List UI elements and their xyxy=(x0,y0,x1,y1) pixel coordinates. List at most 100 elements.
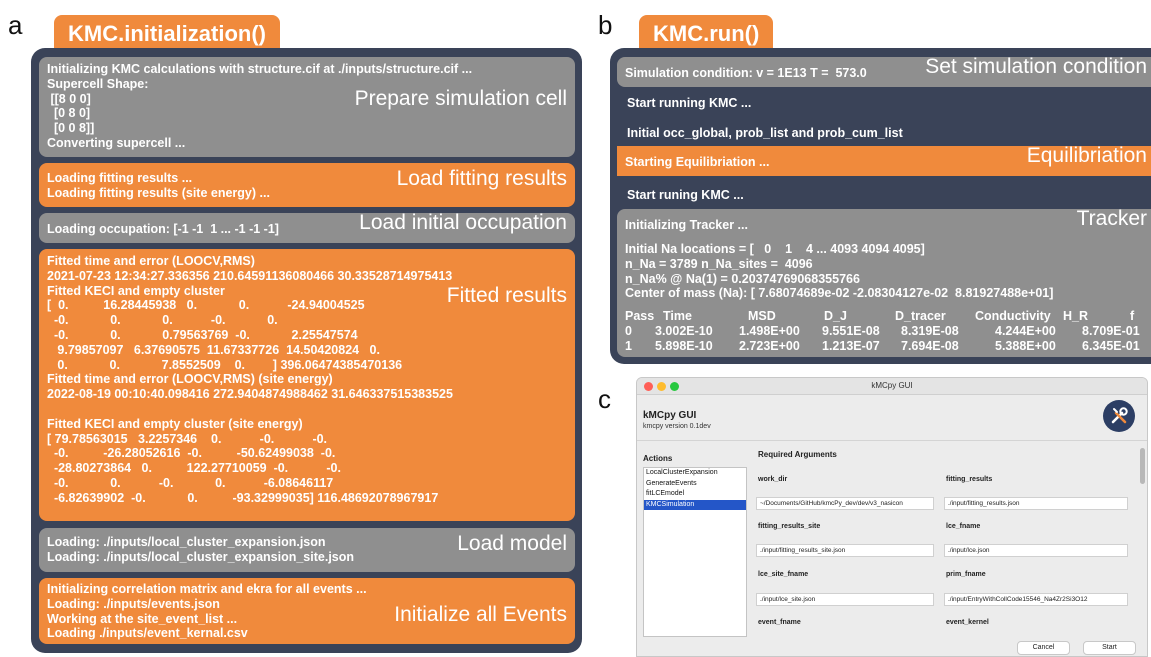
log-line: Loading: ./inputs/events.json xyxy=(47,596,220,611)
fitted-results-label: Fitted results xyxy=(446,284,567,307)
log-line: [0 0 8]] xyxy=(47,121,95,136)
lce-fname-input[interactable]: ./input/lce.json xyxy=(944,544,1128,557)
load-fitting-section: Loading fitting results ... Loading fitt… xyxy=(39,163,575,207)
log-line: Fitted KECI and empty cluster (site ener… xyxy=(47,416,303,431)
header-divider xyxy=(637,440,1147,441)
log-line: -0. 0. 0.79563769 -0. 2.25547574 xyxy=(47,327,358,342)
field-label: fitting_results_site xyxy=(758,523,821,530)
start-running-row: Start running KMC ... xyxy=(619,94,1151,112)
field-label: event_fname xyxy=(758,619,801,626)
column-header: Time xyxy=(663,309,692,323)
wrench-screwdriver-logo-icon xyxy=(1103,400,1135,432)
log-line: Loading fitting results ... xyxy=(47,171,193,185)
column-header: H_R xyxy=(1063,309,1089,323)
lce-site-fname-input[interactable]: ./input/lce_site.json xyxy=(756,593,934,606)
tracker-title: Initializing Tracker ... xyxy=(625,218,748,232)
log-line: Loading ./inputs/event_kernal.csv xyxy=(47,626,248,641)
table-cell: 1.213E-07 xyxy=(822,338,880,353)
window-title: kMCpy GUI xyxy=(871,381,913,390)
prepare-cell-section: Initializing KMC calculations with struc… xyxy=(39,57,575,157)
column-header: Conductivity xyxy=(975,309,1051,323)
scrollbar-thumb[interactable] xyxy=(1140,448,1145,484)
log-line: Loading: ./inputs/local_cluster_expansio… xyxy=(47,535,326,549)
app-name: kMCpy GUI xyxy=(643,410,697,421)
panel-b-letter: b xyxy=(598,10,613,40)
required-arguments-heading: Required Arguments xyxy=(758,450,837,459)
table-cell: 4.244E+00 xyxy=(995,323,1056,338)
table-cell: 1 xyxy=(625,338,632,353)
log-line: Start running KMC ... xyxy=(627,96,752,110)
log-line: Loading occupation: [-1 -1 1 ... -1 -1 -… xyxy=(47,222,279,236)
fitting-results-site-input[interactable]: ./input/fitting_results_site.json xyxy=(756,544,934,557)
column-header: MSD xyxy=(748,309,776,323)
column-header: Pass xyxy=(625,309,655,323)
cancel-button[interactable]: Cancel xyxy=(1017,641,1070,655)
log-line: 9.79857097 6.37690575 11.67337726 14.504… xyxy=(47,342,380,357)
log-line: Initializing correlation matrix and ekra… xyxy=(47,582,367,596)
column-header: D_tracer xyxy=(895,309,946,323)
initial-occ-row: Initial occ_global, prob_list and prob_c… xyxy=(619,124,1151,142)
log-line: 2022-08-19 00:10:40.098416 272.940487498… xyxy=(47,387,453,402)
log-line: Initial Na locations = [ 0 1 4 ... 4093 … xyxy=(625,242,925,256)
log-line: Working at the site_event_list ... xyxy=(47,611,238,626)
log-line: -0. 0. -0. 0. -6.08646117 xyxy=(47,475,334,490)
log-line: -0. 0. 0. -0. 0. xyxy=(47,313,278,328)
tracker-section: Initializing Tracker ... Initial Na loca… xyxy=(617,209,1151,357)
load-model-label: Load model xyxy=(457,532,567,555)
log-line: Loading fitting results (site energy) ..… xyxy=(47,185,270,200)
equilibration-label: Equilibriation xyxy=(1026,146,1147,167)
action-item-selected[interactable]: KMCSimulation xyxy=(644,499,746,510)
table-cell: 6.345E-01 xyxy=(1082,338,1140,353)
log-line: Fitted time and error (LOOCV,RMS) xyxy=(47,254,255,268)
set-condition-label: Set simulation condition xyxy=(925,57,1147,78)
log-line: Center of mass (Na): [ 7.68074689e-02 -2… xyxy=(625,286,1054,301)
load-model-section: Loading: ./inputs/local_cluster_expansio… xyxy=(39,528,575,572)
load-occupation-section: Loading occupation: [-1 -1 1 ... -1 -1 -… xyxy=(39,213,575,243)
fitted-results-section: Fitted time and error (LOOCV,RMS) 2021-0… xyxy=(39,249,575,521)
log-line: -0. -26.28052616 -0. -50.62499038 -0. xyxy=(47,446,336,461)
field-label: lce_site_fname xyxy=(758,571,809,578)
log-line: Loading: ./inputs/local_cluster_expansio… xyxy=(47,549,355,564)
prim-fname-input[interactable]: ./input/EntryWithCollCode15546_Na4Zr2Si3… xyxy=(944,593,1128,606)
equilibration-row: Starting Equilibriation ... Equilibriati… xyxy=(617,146,1151,176)
log-line: n_Na = 3789 n_Na_sites = 4096 xyxy=(625,256,813,271)
fitting-results-input[interactable]: ./input/fitting_results.json xyxy=(944,497,1128,510)
start-button[interactable]: Start xyxy=(1083,641,1136,655)
tracker-table: Pass Time MSD D_J D_tracer Conductivity … xyxy=(625,309,1147,353)
table-cell: 0 xyxy=(625,323,632,338)
equilibration-text: Starting Equilibriation ... xyxy=(625,155,770,169)
kmcpy-gui-window: kMCpy GUI kMCpy GUI kmcpy version 0.1dev… xyxy=(636,377,1148,657)
kmc-run-tab: KMC.run() xyxy=(639,15,774,49)
column-header: f xyxy=(1130,309,1135,323)
log-line: 0. 0. 7.8552509 0. ] 396.06474385470136 xyxy=(47,357,403,372)
table-header: Pass Time MSD D_J D_tracer Conductivity … xyxy=(625,309,1147,324)
log-line: [ 0. 16.28445938 0. 0. -24.94004525 xyxy=(47,298,365,313)
action-item[interactable]: GenerateEvents xyxy=(644,479,746,490)
actions-list[interactable]: LocalClusterExpansion GenerateEvents fit… xyxy=(643,467,747,637)
column-header: D_J xyxy=(824,309,847,323)
field-label: prim_fname xyxy=(946,571,986,578)
log-line: Initializing KMC calculations with struc… xyxy=(47,62,473,76)
table-cell: 9.551E-08 xyxy=(822,323,880,338)
work-dir-input[interactable]: ~/Documents/GitHub/kmcPy_dev/dev/v3_nasi… xyxy=(756,497,934,510)
log-line: Start runing KMC ... xyxy=(627,188,744,202)
window-titlebar[interactable]: kMCpy GUI xyxy=(637,378,1147,395)
action-item[interactable]: LocalClusterExpansion xyxy=(644,468,746,479)
simulation-condition-row: Simulation condition: v = 1E13 T = 573.0… xyxy=(617,57,1151,87)
actions-heading: Actions xyxy=(643,454,673,463)
condition-text: Simulation condition: v = 1E13 T = 573.0 xyxy=(625,66,867,80)
panel-c-letter: c xyxy=(598,384,611,414)
log-line: [ 79.78563015 3.2257346 0. -0. -0. xyxy=(47,431,328,446)
log-line: Converting supercell ... xyxy=(47,135,186,150)
app-version: kmcpy version 0.1dev xyxy=(643,423,711,430)
table-cell: 2.723E+00 xyxy=(739,338,800,353)
field-label: fitting_results xyxy=(946,476,993,483)
table-cell: 5.898E-10 xyxy=(655,338,713,353)
log-line: Fitted KECI and empty cluster xyxy=(47,283,225,298)
prepare-cell-label: Prepare simulation cell xyxy=(354,87,567,110)
log-line: n_Na% @ Na(1) = 0.20374769068355766 xyxy=(625,271,860,286)
log-line: Initial occ_global, prob_list and prob_c… xyxy=(627,126,903,140)
action-item[interactable]: fitLCEmodel xyxy=(644,489,746,500)
load-fitting-label: Load fitting results xyxy=(396,167,567,190)
